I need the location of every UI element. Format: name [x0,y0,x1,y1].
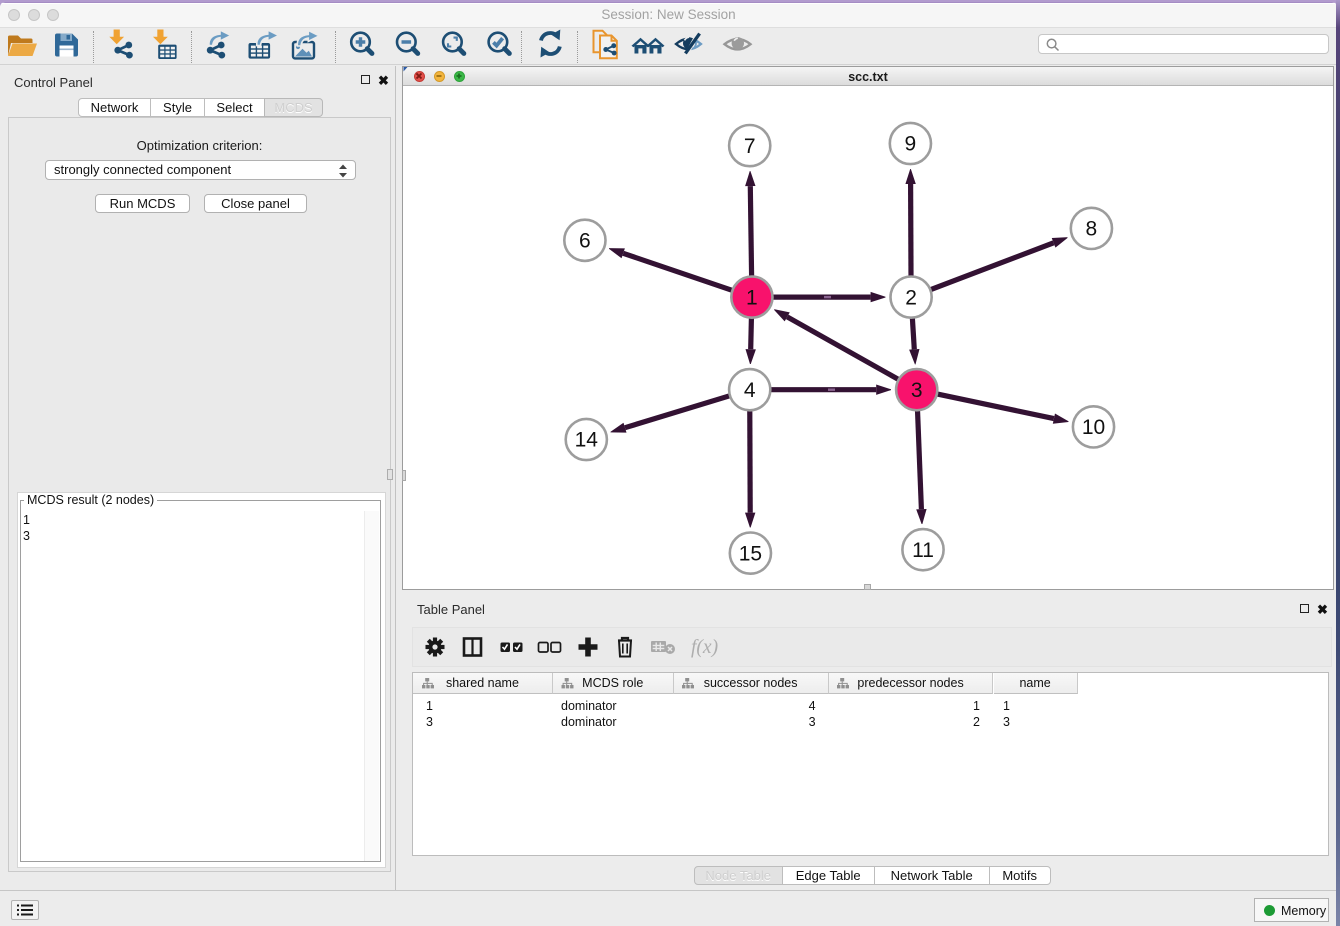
svg-text:15: 15 [738,542,761,565]
svg-text:11: 11 [912,539,934,562]
svg-text:2: 2 [905,286,917,309]
svg-text:3: 3 [910,379,922,402]
svg-text:9: 9 [904,133,916,156]
svg-text:8: 8 [1085,218,1097,241]
svg-text:1: 1 [746,286,758,309]
svg-text:4: 4 [743,379,755,402]
svg-text:10: 10 [1081,416,1104,439]
svg-text:7: 7 [743,135,755,158]
svg-text:6: 6 [579,230,591,253]
svg-text:f(x): f(x) [691,637,718,658]
svg-text:14: 14 [574,429,598,452]
